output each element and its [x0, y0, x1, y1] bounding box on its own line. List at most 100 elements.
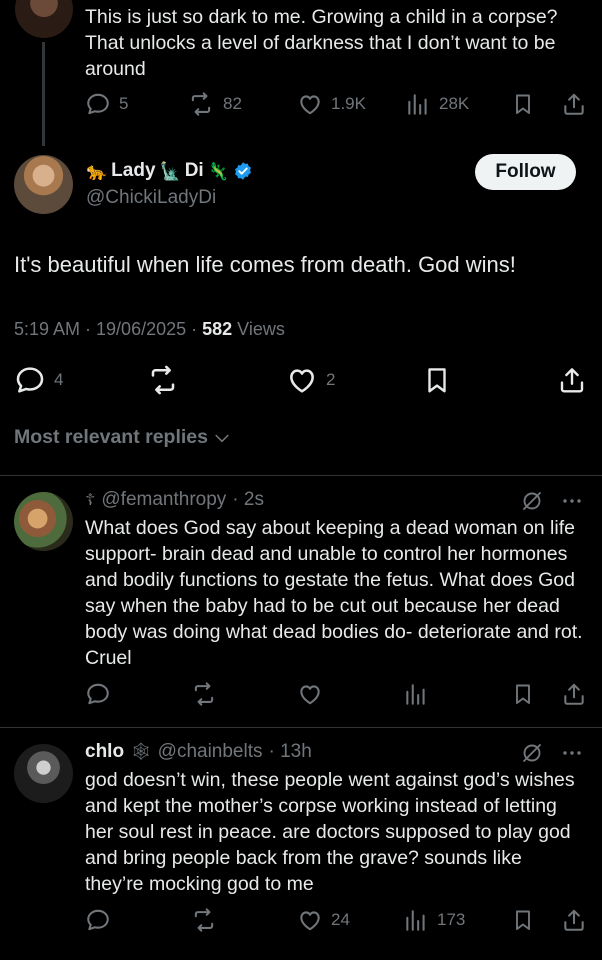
- analytics-icon: [406, 910, 425, 931]
- sort-label: Most relevant replies: [14, 426, 208, 448]
- divider: [0, 475, 602, 476]
- repost-icon: [191, 92, 211, 116]
- divider: [0, 727, 602, 728]
- bookmark-button[interactable]: [422, 364, 452, 396]
- bookmark-icon: [516, 910, 530, 930]
- display-name[interactable]: chlo: [85, 741, 124, 763]
- like-button[interactable]: 2: [286, 364, 335, 396]
- display-name-text: Lady: [111, 160, 156, 181]
- share-icon: [564, 909, 584, 931]
- leopard-emoji: 🐆: [86, 161, 108, 181]
- bookmark-icon: [516, 684, 530, 704]
- share-icon: [564, 683, 584, 705]
- views-button[interactable]: 28K: [405, 91, 469, 117]
- repost-button[interactable]: 82: [187, 91, 242, 117]
- like-button[interactable]: 1.9K: [297, 91, 366, 117]
- analytics-icon: [408, 94, 427, 115]
- tweet-meta: 5:19 AM · 19/06/2025 · 582 Views: [14, 319, 285, 340]
- like-count: 1.9K: [331, 94, 366, 113]
- bookmark-icon: [516, 94, 530, 114]
- bookmark-button[interactable]: [511, 91, 535, 117]
- bookmark-button[interactable]: [511, 907, 535, 933]
- repost-icon: [194, 682, 214, 706]
- spiderweb-emoji: 🕸: [130, 742, 152, 761]
- statue-of-liberty-emoji: 🗽: [159, 161, 181, 181]
- tweet-text: god doesn’t win, these people went again…: [85, 769, 575, 895]
- chevron-down-icon: [215, 434, 229, 442]
- tweet-actions: 24 173: [85, 907, 590, 935]
- grok-icon[interactable]: [520, 489, 544, 513]
- verified-badge-icon: [234, 162, 251, 180]
- share-button[interactable]: [557, 364, 587, 396]
- main-tweet: 🐆 Lady 🗽 Di 🦎 @ChickiLadyDi Follow It's …: [0, 145, 602, 475]
- reply-header: ☦ @femanthropy · 2s: [85, 489, 264, 511]
- repost-button[interactable]: [146, 364, 180, 396]
- heart-icon: [300, 685, 320, 705]
- avatar[interactable]: [14, 744, 73, 803]
- analytics-icon: [406, 684, 425, 705]
- tweet-actions: 4 2: [14, 364, 589, 396]
- tweet-text: What does God say about keeping a dead w…: [85, 517, 583, 669]
- reply-count: 5: [119, 94, 129, 113]
- display-name[interactable]: 🐆 Lady 🗽 Di 🦎: [86, 160, 253, 182]
- view-count: 173: [437, 910, 466, 929]
- tweet-text: It's beautiful when life comes from deat…: [14, 252, 516, 277]
- reply-button[interactable]: 5: [85, 91, 128, 117]
- reply-tweet[interactable]: chlo 🕸 @chainbelts · 13h god doesn’t win…: [0, 741, 602, 960]
- tweet-actions: [85, 681, 590, 709]
- grok-icon[interactable]: [520, 741, 544, 765]
- thread-connector: [42, 42, 45, 146]
- display-name-text-2: Di: [184, 160, 204, 181]
- views-button[interactable]: [403, 681, 429, 707]
- reply-tweet[interactable]: ☦ @femanthropy · 2s What does God say ab…: [0, 489, 602, 725]
- reply-count: 4: [54, 370, 64, 389]
- heart-icon: [300, 95, 320, 115]
- like-button[interactable]: [297, 681, 323, 707]
- reply-button[interactable]: 4: [14, 364, 63, 396]
- share-button[interactable]: [561, 91, 587, 117]
- timestamp[interactable]: · 2s: [232, 489, 264, 511]
- repost-icon: [194, 908, 214, 932]
- reply-header: chlo 🕸 @chainbelts · 13h: [85, 741, 312, 763]
- reply-top-actions: [520, 489, 584, 513]
- repost-icon: [151, 365, 175, 395]
- share-icon: [560, 368, 584, 393]
- share-button[interactable]: [561, 907, 587, 933]
- follow-button[interactable]: Follow: [475, 154, 576, 190]
- repost-button[interactable]: [190, 907, 218, 933]
- reply-button[interactable]: [85, 681, 111, 707]
- tweet-text: This is just so dark to me. Growing a ch…: [85, 6, 558, 80]
- handle[interactable]: @ChickiLadyDi: [86, 187, 216, 209]
- handle[interactable]: @femanthropy: [101, 489, 226, 511]
- like-button[interactable]: 24: [297, 907, 350, 933]
- share-button[interactable]: [561, 681, 587, 707]
- more-options-icon[interactable]: [560, 741, 584, 765]
- more-options-icon[interactable]: [560, 489, 584, 513]
- reply-icon: [87, 93, 109, 115]
- tweet-actions: 5 82 1.9K 28K: [85, 91, 590, 119]
- repost-button[interactable]: [190, 681, 218, 707]
- bookmark-button[interactable]: [511, 681, 535, 707]
- reply-top-actions: [520, 741, 584, 765]
- view-count: 582: [202, 319, 233, 339]
- lizard-emoji: 🦎: [207, 161, 229, 181]
- reply-icon: [87, 909, 109, 931]
- avatar[interactable]: [14, 492, 73, 551]
- reply-icon: [87, 683, 109, 705]
- like-count: 24: [331, 910, 350, 929]
- timestamp[interactable]: 5:19 AM · 19/06/2025 ·: [14, 319, 202, 339]
- reply-sort-dropdown[interactable]: Most relevant replies: [14, 426, 232, 449]
- share-icon: [564, 93, 584, 115]
- heart-icon: [300, 911, 320, 931]
- timestamp[interactable]: · 13h: [269, 741, 312, 763]
- avatar[interactable]: [14, 155, 73, 214]
- avatar[interactable]: [15, 0, 73, 38]
- views-button[interactable]: 173: [403, 907, 465, 933]
- repost-count: 82: [223, 94, 242, 113]
- handle[interactable]: @chainbelts: [158, 741, 263, 763]
- parent-tweet[interactable]: This is just so dark to me. Growing a ch…: [0, 0, 602, 146]
- reply-button[interactable]: [85, 907, 111, 933]
- view-count: 28K: [439, 94, 470, 113]
- heart-icon: [290, 369, 314, 393]
- bookmark-icon: [428, 368, 446, 393]
